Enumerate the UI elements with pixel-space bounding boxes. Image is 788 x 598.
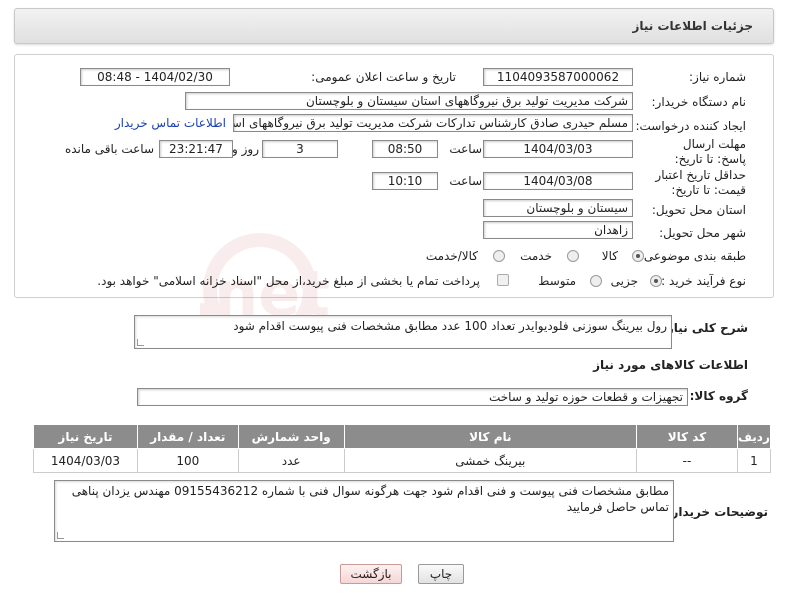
col-unit: واحد شمارش bbox=[237, 424, 345, 449]
need-number-label: شماره نیاز: bbox=[689, 70, 746, 84]
items-table: ردیف کد کالا نام کالا واحد شمارش تعداد /… bbox=[33, 424, 772, 473]
category-radio-service[interactable] bbox=[567, 250, 579, 262]
print-button[interactable]: چاپ bbox=[418, 564, 464, 584]
cell-row: 1 bbox=[736, 448, 772, 473]
col-row: ردیف bbox=[736, 424, 772, 449]
buyer-contact-link[interactable]: اطلاعات تماس خریدار bbox=[115, 116, 226, 130]
price-validity-date-field: 1404/03/08 bbox=[483, 172, 633, 190]
cell-need-date: 1404/03/03 bbox=[33, 448, 138, 473]
col-quantity: تعداد / مقدار bbox=[136, 424, 239, 449]
back-button[interactable]: بازگشت bbox=[340, 564, 402, 584]
description-textarea[interactable]: رول بیرینگ سوزنی فلودیوایدر تعداد 100 عد… bbox=[134, 315, 672, 349]
announce-datetime-label: تاریخ و ساعت اعلان عمومی: bbox=[311, 70, 456, 84]
items-table-header: ردیف کد کالا نام کالا واحد شمارش تعداد /… bbox=[33, 424, 772, 449]
col-need-date: تاریخ نیاز bbox=[33, 424, 138, 449]
remaining-time-label: ساعت باقی مانده bbox=[64, 142, 154, 156]
process-radio-medium[interactable] bbox=[590, 275, 602, 287]
description-label: شرح کلی نیاز: bbox=[662, 321, 748, 335]
announce-datetime-field: 1404/02/30 - 08:48 bbox=[80, 68, 230, 86]
buyer-notes-textarea[interactable]: مطابق مشخصات فنی پیوست و فنی اقدام شود ج… bbox=[54, 480, 674, 542]
resize-grip-icon[interactable] bbox=[57, 532, 64, 539]
reply-deadline-date-field: 1404/03/03 bbox=[483, 140, 633, 158]
goods-section-title: اطلاعات کالاهای مورد نیاز bbox=[593, 358, 748, 372]
creator-field: مسلم حیدری صادق کارشناس تدارکات شرکت مدی… bbox=[233, 114, 633, 132]
need-number-field: 1104093587000062 bbox=[483, 68, 633, 86]
cell-code: -- bbox=[636, 448, 738, 473]
cell-quantity: 100 bbox=[136, 448, 239, 473]
buyer-org-label: نام دستگاه خریدار: bbox=[651, 95, 747, 109]
reply-days-field: 3 bbox=[262, 140, 338, 158]
price-validity-time-field: 10:10 bbox=[372, 172, 438, 190]
process-radio-minor[interactable] bbox=[650, 275, 662, 287]
treasury-payment-note: پرداخت تمام یا بخشی از مبلغ خرید،از محل … bbox=[97, 274, 480, 288]
reply-days-label: روز و bbox=[232, 142, 259, 156]
cell-unit: عدد bbox=[237, 448, 345, 473]
category-radio-goods-service[interactable] bbox=[493, 250, 505, 262]
remaining-time-field: 23:21:47 bbox=[159, 140, 233, 158]
buyer-notes-text: مطابق مشخصات فنی پیوست و فنی اقدام شود ج… bbox=[71, 484, 669, 514]
delivery-province-field: سیستان و بلوچستان bbox=[483, 199, 633, 217]
category-label: طبقه بندی موضوعی: bbox=[639, 249, 746, 263]
delivery-province-label: استان محل تحویل: bbox=[651, 203, 746, 217]
creator-label: ایجاد کننده درخواست: bbox=[635, 119, 746, 133]
category-option-service: خدمت bbox=[520, 249, 552, 263]
goods-group-label: گروه کالا: bbox=[689, 389, 748, 403]
description-text: رول بیرینگ سوزنی فلودیوایدر تعداد 100 عد… bbox=[233, 319, 667, 333]
reply-deadline-time-label: ساعت bbox=[449, 142, 482, 156]
delivery-city-label: شهر محل تحویل: bbox=[659, 226, 746, 240]
category-option-goods-service: کالا/خدمت bbox=[425, 249, 478, 263]
delivery-city-field: زاهدان bbox=[483, 221, 633, 239]
buyer-org-field: شرکت مدیریت تولید برق نیروگاههای استان س… bbox=[185, 92, 633, 110]
price-validity-label: حداقل تاریخ اعتبار قیمت: تا تاریخ: bbox=[655, 168, 746, 197]
purchase-process-label: نوع فرآیند خرید : bbox=[661, 274, 746, 288]
col-code: کد کالا bbox=[636, 424, 738, 449]
category-option-goods: کالا bbox=[601, 249, 618, 263]
page-header: جزئیات اطلاعات نیاز bbox=[14, 8, 774, 44]
page-title: جزئیات اطلاعات نیاز bbox=[632, 19, 753, 33]
cell-name: بیرینگ خمشی bbox=[343, 448, 638, 473]
process-option-medium: متوسط bbox=[538, 274, 576, 288]
reply-deadline-time-field: 08:50 bbox=[372, 140, 438, 158]
price-validity-time-label: ساعت bbox=[449, 174, 482, 188]
resize-grip-icon[interactable] bbox=[137, 339, 144, 346]
table-row: 1 -- بیرینگ خمشی عدد 100 1404/03/03 bbox=[33, 448, 772, 473]
category-radio-goods[interactable] bbox=[632, 250, 644, 262]
reply-deadline-label: مهلت ارسال پاسخ: تا تاریخ: bbox=[674, 137, 746, 166]
treasury-payment-checkbox[interactable] bbox=[497, 274, 509, 286]
buyer-notes-label: توضیحات خریدار: bbox=[666, 505, 768, 519]
col-name: نام کالا bbox=[343, 424, 638, 449]
process-option-minor: جزیی bbox=[610, 274, 638, 288]
goods-group-field: تجهیزات و قطعات حوزه تولید و ساخت bbox=[137, 388, 688, 406]
